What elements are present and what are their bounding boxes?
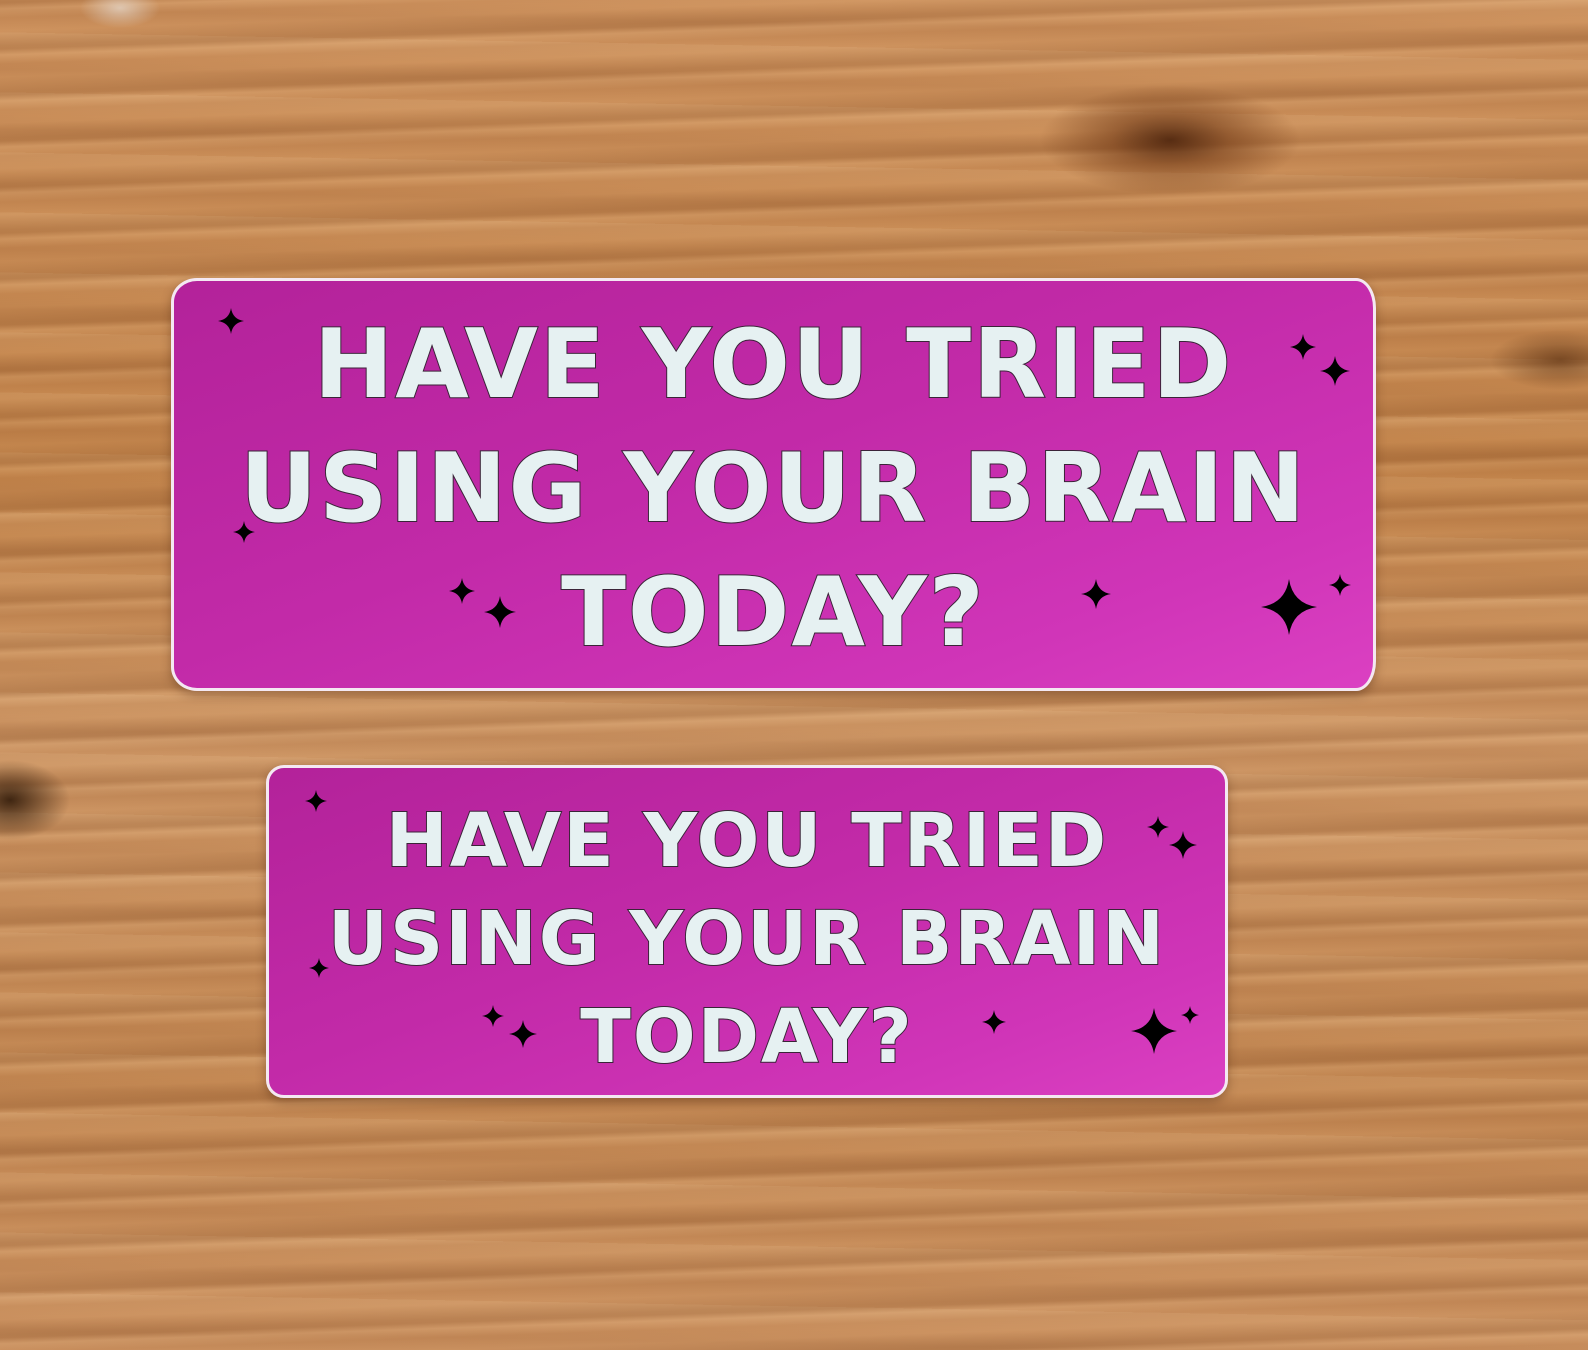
sparkle-icon xyxy=(1329,574,1351,596)
sparkle-icon xyxy=(982,1010,1006,1034)
sticker-line-3: TODAY? xyxy=(560,557,986,669)
sticker-line-3: TODAY? xyxy=(579,993,914,1081)
sticker-line-2: USING YOUR BRAIN xyxy=(327,895,1167,983)
sparkle-icon xyxy=(1181,1006,1199,1024)
sparkle-icon xyxy=(482,1005,504,1027)
sparkle-icon xyxy=(484,596,516,628)
sparkle-icon xyxy=(305,790,327,812)
sparkle-icon xyxy=(1290,334,1316,360)
sticker-line-1: HAVE YOU TRIED xyxy=(313,309,1234,421)
sticker-line-1: HAVE YOU TRIED xyxy=(385,797,1109,885)
sparkle-icon xyxy=(449,578,475,604)
sparkle-icon xyxy=(1320,356,1350,386)
sparkle-icon xyxy=(509,1020,537,1048)
sparkle-icon xyxy=(1169,831,1197,859)
sparkle-icon xyxy=(309,958,329,978)
small-sticker: HAVE YOU TRIED USING YOUR BRAIN TODAY? xyxy=(266,765,1228,1098)
sticker-line-2: USING YOUR BRAIN xyxy=(239,433,1307,545)
sparkle-icon xyxy=(1261,579,1317,635)
sparkle-icon xyxy=(218,308,244,334)
sparkle-icon xyxy=(233,521,255,543)
large-sticker: HAVE YOU TRIED USING YOUR BRAIN TODAY? xyxy=(171,278,1376,691)
sparkle-icon xyxy=(1081,579,1111,609)
sparkle-icon xyxy=(1147,816,1169,838)
sparkle-icon xyxy=(1131,1008,1177,1054)
